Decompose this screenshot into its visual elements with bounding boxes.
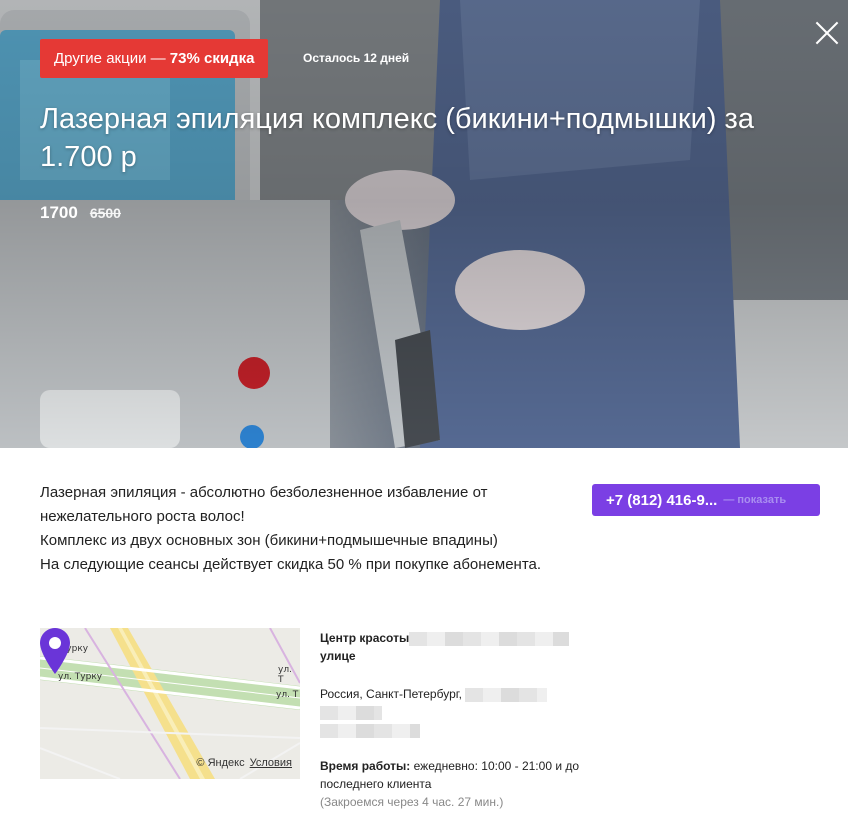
location-map[interactable]: ул. Турку ул. Турку ул. Т ул. Т © Яндекс… bbox=[40, 628, 300, 779]
price-old: 6500 bbox=[89, 205, 121, 221]
street-label: ул. Т bbox=[276, 690, 299, 700]
close-button[interactable] bbox=[814, 20, 840, 46]
venue-name-suffix: улице bbox=[320, 649, 356, 663]
description-line: Лазерная эпиляция - абсолютно безболезне… bbox=[40, 484, 488, 525]
phone-number: +7 (812) 416-9... bbox=[606, 491, 718, 509]
venue-name: Центр красоты улице bbox=[320, 629, 590, 665]
offer-description: Лазерная эпиляция - абсолютно безболезне… bbox=[40, 481, 560, 577]
description-line: Комплекс из двух основных зон (бикини+по… bbox=[40, 532, 498, 549]
days-left-label: Осталось 12 дней bbox=[303, 51, 410, 65]
venue-name-prefix: Центр красоты bbox=[320, 631, 410, 645]
price-row: 1700 6500 bbox=[40, 203, 121, 223]
other-promotions-badge[interactable]: Другие акции — 73% скидка bbox=[40, 39, 269, 78]
description-line: На следующие сеансы действует скидка 50 … bbox=[40, 556, 542, 573]
hero-banner: Другие акции — 73% скидка Осталось 12 дн… bbox=[0, 0, 848, 448]
offer-title: Лазерная эпиляция комплекс (бикини+подмы… bbox=[40, 103, 754, 173]
redacted-text bbox=[320, 723, 420, 738]
hours-label: Время работы: bbox=[320, 759, 411, 773]
closing-notice: (Закроемся через 4 час. 27 мин.) bbox=[320, 795, 504, 809]
redacted-text bbox=[409, 631, 570, 646]
redacted-text bbox=[320, 705, 382, 720]
address-text: Россия, Санкт-Петербург, bbox=[320, 687, 463, 701]
badge-discount: 73% скидка bbox=[169, 50, 255, 67]
map-attribution: © Яндекс Условия bbox=[196, 757, 292, 769]
show-phone-label: — показать bbox=[723, 494, 787, 506]
working-hours: Время работы: ежедневно: 10:00 - 21:00 и… bbox=[320, 757, 590, 793]
map-terms-link[interactable]: Условия bbox=[250, 757, 292, 769]
badge-label: Другие акции — bbox=[54, 50, 170, 67]
yandex-copyright: © Яндекс bbox=[196, 757, 245, 769]
venue-info: Центр красоты улице Россия, Санкт-Петерб… bbox=[320, 629, 590, 811]
show-phone-button[interactable]: +7 (812) 416-9... — показать bbox=[592, 484, 820, 516]
redacted-text bbox=[465, 687, 548, 702]
venue-address: Россия, Санкт-Петербург, bbox=[320, 685, 590, 739]
price-new: 1700 bbox=[40, 203, 78, 222]
street-label: ул. Т bbox=[278, 665, 292, 685]
map-pin-icon[interactable] bbox=[40, 628, 70, 674]
